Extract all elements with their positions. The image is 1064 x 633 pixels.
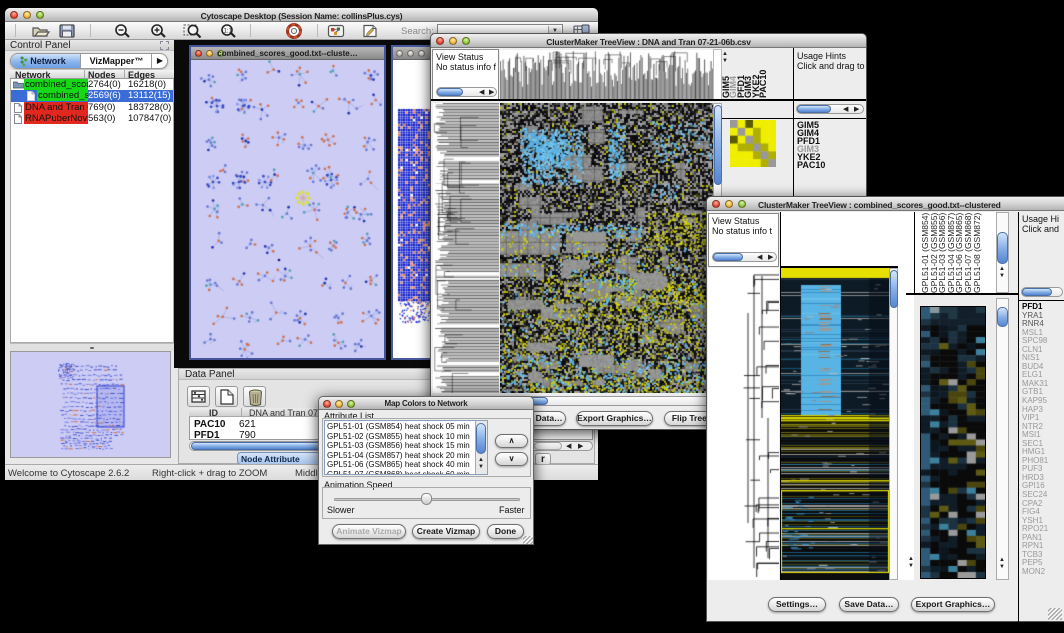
svg-text:1:1: 1:1 bbox=[224, 29, 233, 35]
